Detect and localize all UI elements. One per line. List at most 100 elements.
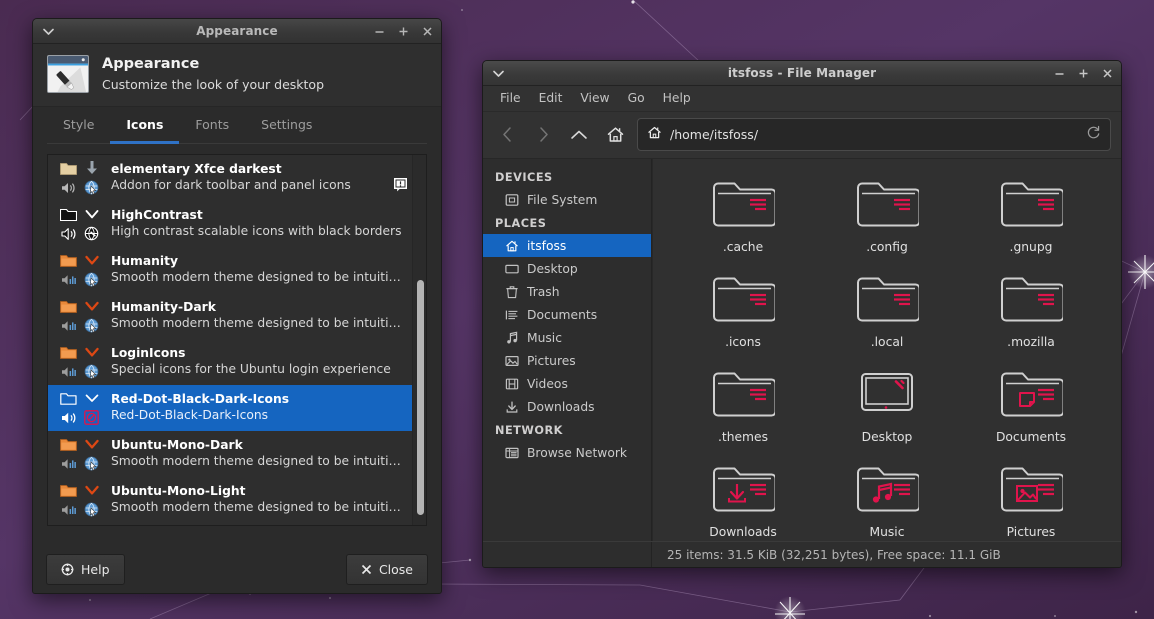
folder-preview-icon bbox=[60, 161, 77, 175]
folder-preview-icon bbox=[60, 299, 77, 313]
arrow-preview-icon bbox=[85, 209, 99, 220]
maximize-icon[interactable] bbox=[1077, 66, 1090, 80]
file-manager-toolbar[interactable]: /home/itsfoss/ bbox=[483, 112, 1121, 159]
sidebar-item-videos[interactable]: Videos bbox=[483, 372, 651, 395]
maximize-icon[interactable] bbox=[397, 24, 410, 38]
theme-name: LoginIcons bbox=[111, 346, 391, 361]
file-item[interactable]: .gnupg bbox=[959, 173, 1103, 262]
file-item[interactable]: .icons bbox=[671, 268, 815, 357]
path-bar[interactable]: /home/itsfoss/ bbox=[637, 118, 1111, 151]
appearance-window[interactable]: Appearance bbox=[32, 18, 442, 594]
minimize-icon[interactable] bbox=[373, 24, 386, 38]
path-value[interactable]: /home/itsfoss/ bbox=[670, 127, 1078, 142]
sidebar-item-label: itsfoss bbox=[527, 239, 566, 253]
reload-icon[interactable] bbox=[1086, 125, 1101, 144]
menu-view[interactable]: View bbox=[571, 90, 618, 106]
statusbar-text: 25 items: 31.5 KiB (32,251 bytes), Free … bbox=[652, 548, 1001, 562]
sidebar-item-browse-network[interactable]: Browse Network bbox=[483, 441, 651, 464]
file-manager-titlebar[interactable]: itsfoss - File Manager bbox=[483, 61, 1121, 86]
theme-list-scrollbar[interactable] bbox=[412, 155, 426, 525]
menu-help[interactable]: Help bbox=[654, 90, 700, 106]
sidebar-item-file-system[interactable]: File System bbox=[483, 188, 651, 211]
theme-row[interactable]: Ubuntu-Mono-DarkSmooth modern theme desi… bbox=[48, 431, 412, 477]
file-grid[interactable]: .cache.config.gnupg .icons.local.mozilla.… bbox=[653, 159, 1121, 547]
sidebar-item-pictures[interactable]: Pictures bbox=[483, 349, 651, 372]
home-icon bbox=[647, 125, 662, 144]
appearance-window-controls[interactable] bbox=[373, 24, 434, 38]
sidebar-item-desktop[interactable]: Desktop bbox=[483, 257, 651, 280]
file-manager-window-controls[interactable] bbox=[1053, 66, 1114, 80]
sidebar-item-label: Videos bbox=[527, 377, 568, 391]
theme-row[interactable]: LoginIconsSpecial icons for the Ubuntu l… bbox=[48, 339, 412, 385]
folder-documents-icon bbox=[999, 369, 1063, 425]
chevron-down-icon[interactable] bbox=[490, 70, 506, 77]
file-item[interactable]: .mozilla bbox=[959, 268, 1103, 357]
theme-row[interactable]: elementary Xfce darkestAddon for dark to… bbox=[48, 155, 412, 201]
file-manager-content[interactable]: .cache.config.gnupg .icons.local.mozilla.… bbox=[652, 159, 1121, 557]
folder-preview-icon bbox=[60, 391, 77, 405]
back-arrow-icon[interactable] bbox=[489, 120, 525, 150]
sidebar-item-downloads[interactable]: Downloads bbox=[483, 395, 651, 418]
scrollbar-thumb[interactable] bbox=[417, 280, 424, 515]
home-icon bbox=[505, 239, 519, 253]
file-item[interactable]: .local bbox=[815, 268, 959, 357]
sidebar-item-itsfoss[interactable]: itsfoss bbox=[483, 234, 651, 257]
sidebar-item-documents[interactable]: Documents bbox=[483, 303, 651, 326]
tab-fonts[interactable]: Fonts bbox=[179, 107, 245, 144]
file-manager-sidebar[interactable]: DEVICESFile SystemPLACESitsfossDesktopTr… bbox=[483, 159, 652, 557]
close-icon[interactable] bbox=[1101, 66, 1114, 80]
theme-row[interactable]: HighContrastHigh contrast scalable icons… bbox=[48, 201, 412, 247]
tab-style[interactable]: Style bbox=[47, 107, 110, 144]
file-item[interactable]: Music bbox=[815, 458, 959, 547]
menu-file[interactable]: File bbox=[491, 90, 530, 106]
theme-row[interactable]: Ubuntu-Mono-LightSmooth modern theme des… bbox=[48, 477, 412, 523]
file-manager-window[interactable]: itsfoss - File Manager FileEditViewGoHel… bbox=[482, 60, 1122, 568]
sidebar-item-label: Documents bbox=[527, 308, 597, 322]
file-item[interactable]: .themes bbox=[671, 363, 815, 452]
theme-name: elementary Xfce darkest bbox=[111, 162, 351, 177]
arrow-preview-icon bbox=[85, 393, 99, 404]
folder-pictures-icon bbox=[999, 464, 1063, 520]
chevron-down-icon[interactable] bbox=[40, 28, 56, 35]
theme-name: Humanity-Dark bbox=[111, 300, 403, 315]
file-item[interactable]: Desktop bbox=[815, 363, 959, 452]
theme-name: Ubuntu-Mono-Dark bbox=[111, 438, 403, 453]
close-button[interactable]: Close bbox=[346, 554, 428, 585]
theme-row[interactable]: Red-Dot-Black-Dark-IconsRed-Dot-Black-Da… bbox=[48, 385, 412, 431]
minimize-icon[interactable] bbox=[1053, 66, 1066, 80]
theme-description: Special icons for the Ubuntu login exper… bbox=[111, 362, 391, 378]
speaker-preview-icon bbox=[60, 457, 77, 471]
appearance-titlebar[interactable]: Appearance bbox=[33, 19, 441, 44]
icon-theme-list[interactable]: elementary Xfce darkestAddon for dark to… bbox=[48, 155, 412, 525]
file-item[interactable]: .cache bbox=[671, 173, 815, 262]
speaker-preview-icon bbox=[60, 365, 77, 379]
sidebar-item-music[interactable]: Music bbox=[483, 326, 651, 349]
close-icon[interactable] bbox=[421, 24, 434, 38]
up-chevron-icon[interactable] bbox=[561, 120, 597, 150]
home-icon[interactable] bbox=[597, 120, 633, 150]
forward-arrow-icon[interactable] bbox=[525, 120, 561, 150]
menu-edit[interactable]: Edit bbox=[530, 90, 572, 106]
file-manager-menubar[interactable]: FileEditViewGoHelp bbox=[483, 86, 1121, 112]
appearance-footer: Help Close bbox=[33, 545, 441, 593]
warning-badge-icon bbox=[394, 177, 407, 191]
file-item[interactable]: Pictures bbox=[959, 458, 1103, 547]
help-button[interactable]: Help bbox=[46, 554, 125, 585]
folder-icon bbox=[711, 274, 775, 330]
theme-row[interactable]: Humanity-DarkSmooth modern theme designe… bbox=[48, 293, 412, 339]
folder-desktop-icon bbox=[855, 369, 919, 425]
file-item[interactable]: Documents bbox=[959, 363, 1103, 452]
file-item[interactable]: Downloads bbox=[671, 458, 815, 547]
tab-settings[interactable]: Settings bbox=[245, 107, 328, 144]
web-preview-icon bbox=[84, 318, 99, 333]
arrow-preview-icon bbox=[85, 485, 99, 496]
file-item[interactable]: .config bbox=[815, 173, 959, 262]
menu-go[interactable]: Go bbox=[619, 90, 654, 106]
sidebar-item-trash[interactable]: Trash bbox=[483, 280, 651, 303]
sidebar-item-label: Trash bbox=[527, 285, 560, 299]
speaker-preview-icon bbox=[60, 503, 77, 517]
network-icon bbox=[505, 446, 519, 460]
tab-icons[interactable]: Icons bbox=[110, 107, 179, 144]
theme-row[interactable]: HumanitySmooth modern theme designed to … bbox=[48, 247, 412, 293]
appearance-tabs[interactable]: Style Icons Fonts Settings bbox=[47, 107, 427, 144]
